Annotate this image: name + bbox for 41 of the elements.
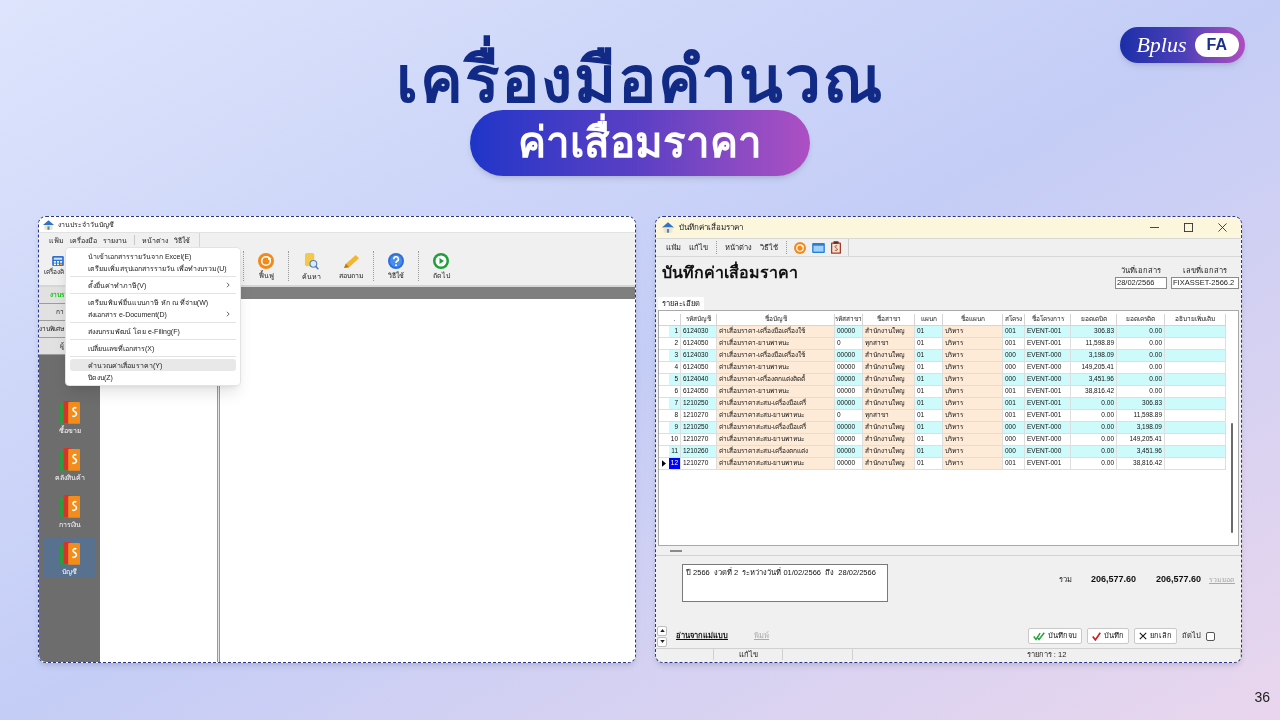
refresh-icon <box>794 241 806 254</box>
total-debit: 206,577.60 <box>1089 574 1136 585</box>
toolbar-button[interactable] <box>809 242 828 253</box>
search-icon <box>303 252 319 270</box>
house-icon <box>43 219 54 230</box>
close-icon <box>1217 223 1227 232</box>
maximize-icon <box>1183 223 1193 232</box>
check-icon <box>1092 631 1101 641</box>
clipboard-icon <box>831 241 841 254</box>
splitter-grip-icon[interactable] <box>670 549 682 552</box>
double-check-icon <box>1033 631 1045 641</box>
form-heading: บันทึกค่าเสื่อมราคา <box>662 262 798 284</box>
total-credit: 206,577.60 <box>1154 574 1201 585</box>
window-title: บันทึกค่าเสื่อมราคา <box>679 223 743 232</box>
scrollbar-thumb[interactable] <box>1231 423 1233 533</box>
toolbar-button[interactable] <box>828 241 844 254</box>
minimize-icon <box>1149 227 1159 228</box>
chevron-right-icon <box>226 282 230 288</box>
spin-down-button[interactable] <box>657 636 667 647</box>
help-icon <box>388 253 404 269</box>
logo-wordmark: Bplus <box>1136 34 1187 56</box>
window-icon <box>812 242 825 253</box>
triangle-down-icon <box>659 640 665 643</box>
spin-up-button[interactable] <box>657 625 667 636</box>
refresh-icon <box>258 253 274 269</box>
books-icon <box>59 400 80 424</box>
chevron-right-icon <box>226 311 230 317</box>
page-number: 36 <box>1254 690 1270 704</box>
checkbox[interactable] <box>1206 631 1215 641</box>
pencil-icon <box>342 253 360 269</box>
play-icon <box>433 253 449 269</box>
row-pointer-icon <box>662 460 666 467</box>
product-tag: FA <box>1194 33 1239 57</box>
books-icon <box>59 541 80 565</box>
house-icon <box>662 222 674 233</box>
books-icon <box>59 494 80 518</box>
triangle-up-icon <box>659 629 665 632</box>
slide-title: เครื่องมือคำนวณ <box>396 34 884 110</box>
books-icon <box>59 447 80 471</box>
cross-icon <box>1139 632 1147 640</box>
subtitle-banner: ค่าเสื่อมราคา <box>470 110 810 176</box>
